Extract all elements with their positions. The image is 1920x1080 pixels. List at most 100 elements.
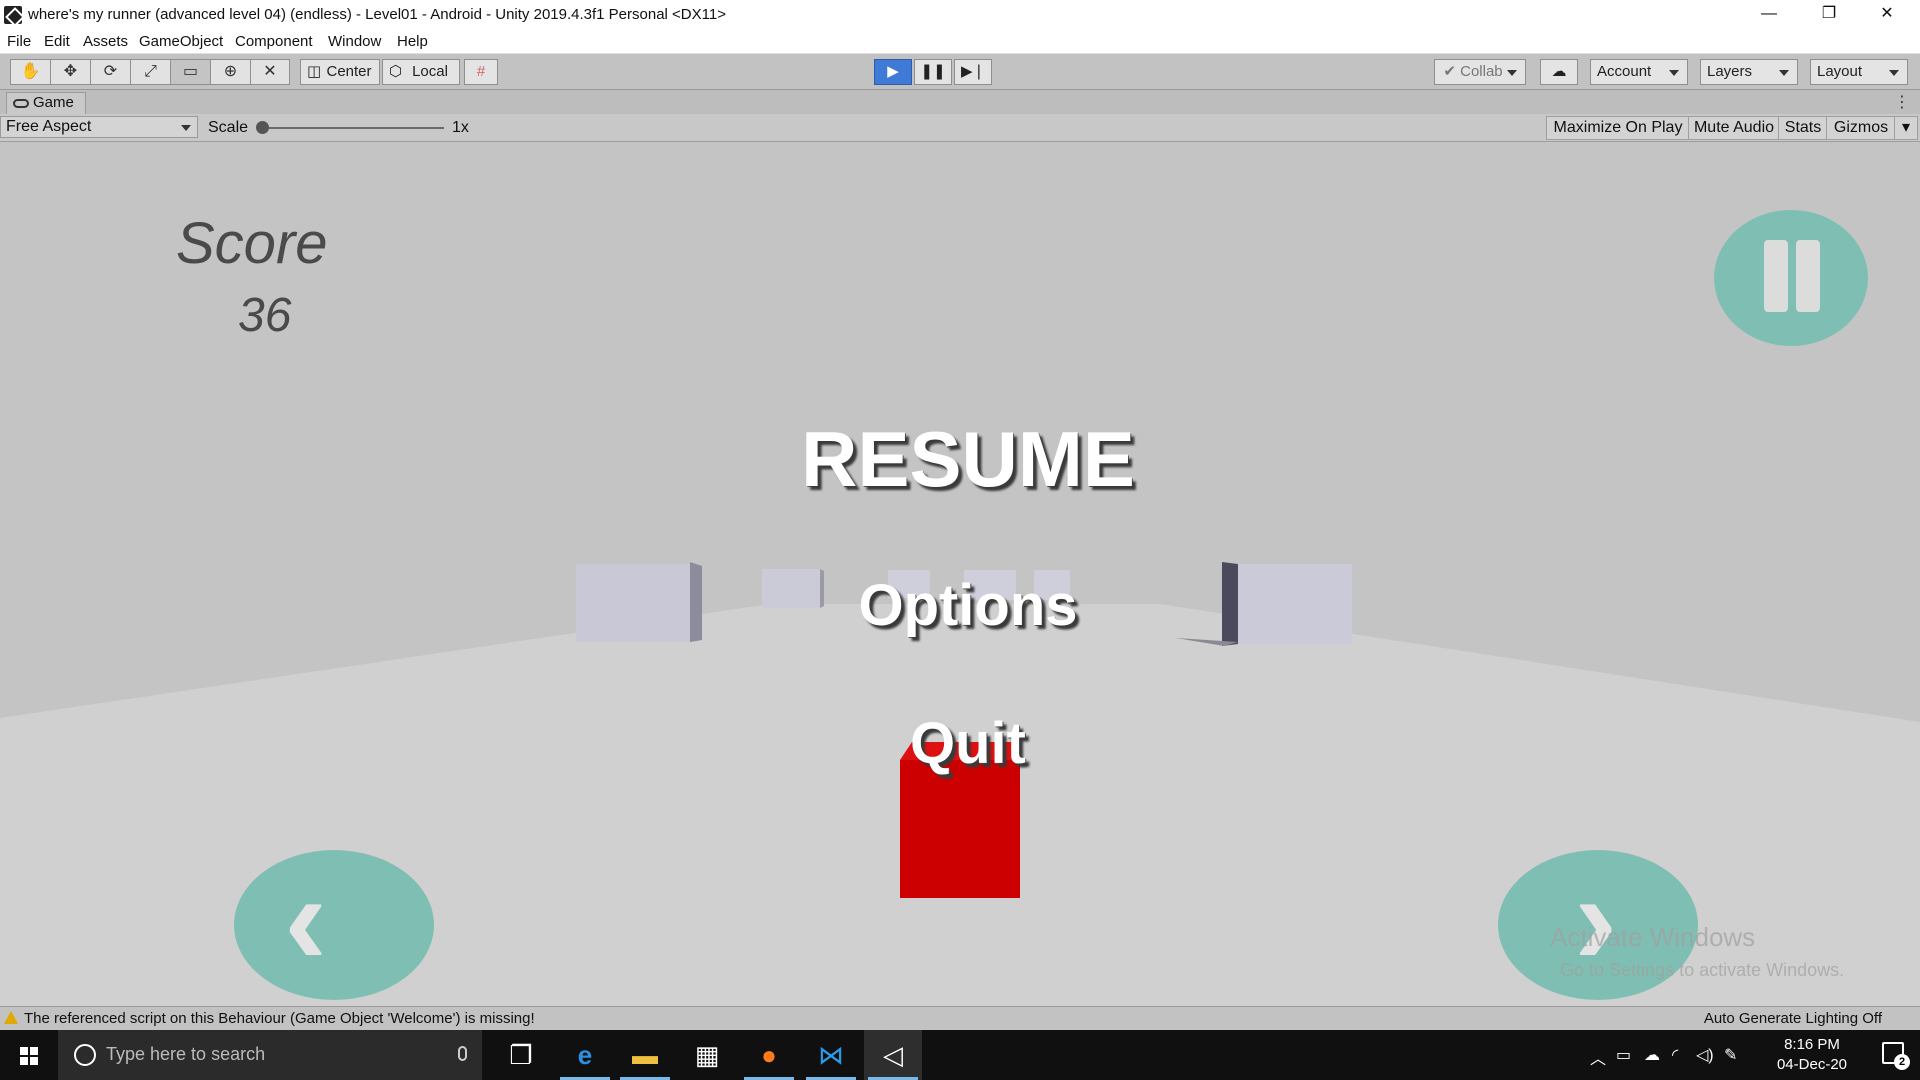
grid-snap-icon[interactable]: # (464, 59, 498, 85)
pivot-label: Center (326, 63, 372, 80)
gizmos-toggle[interactable]: Gizmos (1826, 116, 1896, 140)
status-bar: The referenced script on this Behaviour … (0, 1006, 1920, 1030)
clock-date: 04-Dec-20 (1776, 1056, 1848, 1073)
restore-button[interactable]: ❐ (1800, 0, 1858, 30)
layers-dropdown-icon (1779, 70, 1789, 76)
pause-icon-left-bar (1764, 240, 1788, 312)
step-button[interactable]: ▶❘ (954, 59, 992, 85)
collab-label: Collab (1460, 63, 1503, 80)
menu-bar: File Edit Assets GameObject Component Wi… (0, 30, 1920, 54)
firefox-icon[interactable]: ● (740, 1030, 798, 1080)
options-button[interactable]: Options (668, 572, 1268, 639)
search-placeholder: Type here to search (106, 1044, 266, 1064)
show-hidden-icons-icon[interactable]: ︿ (1590, 1045, 1606, 1069)
layout-dropdown-icon (1889, 70, 1899, 76)
lighting-status: Auto Generate Lighting Off (1703, 1010, 1882, 1027)
wifi-icon[interactable]: ◜ (1672, 1045, 1678, 1065)
windows-logo-icon (20, 1047, 38, 1065)
player-cube (900, 760, 1020, 898)
layers-label: Layers (1707, 63, 1753, 80)
system-tray: ︿ ▭ ☁ ◜ ◁) ✎ 8:16 PM 04-Dec-20 2 (1590, 1030, 1920, 1080)
stats-toggle[interactable]: Stats (1778, 116, 1828, 140)
game-view-toolbar: Free Aspect Scale 1x Maximize On Play Mu… (0, 114, 1920, 142)
custom-tool-icon[interactable]: ✕ (250, 59, 290, 85)
battery-icon[interactable]: ▭ (1616, 1045, 1631, 1065)
pen-icon[interactable]: ✎ (1724, 1045, 1737, 1065)
file-explorer-icon[interactable]: ▬ (616, 1030, 674, 1080)
layers-dropdown[interactable]: Layers (1700, 59, 1798, 85)
gamepad-icon (13, 99, 29, 108)
layout-dropdown[interactable]: Layout (1810, 59, 1908, 85)
taskbar-search-box[interactable]: Type here to search (58, 1030, 482, 1080)
collab-button[interactable]: ✔ Collab (1434, 59, 1526, 85)
menu-file[interactable]: File (7, 33, 31, 50)
game-viewport[interactable]: Score 36 RESUME Options Quit ‹ › Activat… (0, 142, 1920, 1006)
task-view-icon[interactable]: ❐ (492, 1030, 550, 1080)
store-icon[interactable]: ▦ (678, 1030, 736, 1080)
hand-icon[interactable]: ✋ (10, 59, 50, 85)
notification-center-icon[interactable]: 2 (1882, 1042, 1910, 1070)
gizmos-dropdown-icon[interactable]: ▾ (1894, 116, 1918, 140)
menu-help[interactable]: Help (397, 33, 428, 50)
pause-editor-button[interactable]: ❚❚ (914, 59, 952, 85)
mute-audio-toggle[interactable]: Mute Audio (1688, 116, 1780, 140)
move-left-button[interactable]: ‹ (234, 850, 434, 1000)
account-label: Account (1597, 63, 1652, 80)
unity-taskbar-icon[interactable]: ◁ (864, 1030, 922, 1080)
window-title: where's my runner (advanced level 04) (e… (28, 6, 726, 23)
close-button[interactable]: ✕ (1858, 0, 1916, 30)
tab-game[interactable]: Game (6, 92, 86, 114)
start-button[interactable] (0, 1030, 58, 1080)
resume-button[interactable]: RESUME (668, 414, 1268, 505)
pause-button[interactable] (1714, 210, 1868, 346)
unity-app-icon (4, 6, 22, 24)
cloud-icon[interactable]: ☁ (1540, 59, 1578, 85)
minimize-button[interactable]: — (1740, 0, 1798, 30)
account-dropdown[interactable]: Account (1590, 59, 1688, 85)
menu-window[interactable]: Window (328, 33, 381, 50)
menu-gameobject[interactable]: GameObject (139, 33, 223, 50)
window-title-bar: where's my runner (advanced level 04) (e… (0, 0, 1920, 30)
tab-menu-icon[interactable]: ⋮ (1894, 92, 1910, 112)
main-toolbar: ✋ ✥ ⟳ ⤢ ▭ ⊕ ✕ ◫ Center ⬡ Local # ▶ ❚❚ ▶❘… (0, 54, 1920, 90)
pivot-icon: ◫ (307, 63, 322, 80)
aspect-label: Free Aspect (6, 118, 92, 135)
menu-component[interactable]: Component (235, 33, 313, 50)
taskbar-clock[interactable]: 8:16 PM 04-Dec-20 (1772, 1035, 1852, 1075)
pivot-local-button[interactable]: ⬡ Local (382, 59, 460, 85)
tab-game-label: Game (33, 94, 74, 111)
rotate-icon[interactable]: ⟳ (90, 59, 130, 85)
onedrive-icon[interactable]: ☁ (1644, 1045, 1660, 1065)
chevron-left-icon: ‹ (284, 846, 328, 992)
volume-icon[interactable]: ◁) (1696, 1045, 1714, 1065)
clock-time: 8:16 PM (1784, 1036, 1840, 1053)
game-tab-bar: Game ⋮ (0, 90, 1920, 114)
scale-slider-handle[interactable] (256, 121, 269, 134)
edge-browser-icon[interactable]: e (556, 1030, 614, 1080)
layout-label: Layout (1817, 63, 1863, 80)
pivot-center-button[interactable]: ◫ Center (300, 59, 380, 85)
scale-value: 1x (452, 119, 469, 136)
vscode-icon[interactable]: ⋈ (802, 1030, 860, 1080)
maximize-on-play-toggle[interactable]: Maximize On Play (1546, 116, 1690, 140)
aspect-dropdown-icon (181, 125, 191, 131)
rect-icon[interactable]: ▭ (170, 59, 210, 85)
menu-assets[interactable]: Assets (83, 33, 128, 50)
activate-windows-title: Activate Windows (1550, 922, 1756, 952)
move-icon[interactable]: ✥ (50, 59, 90, 85)
scale-icon[interactable]: ⤢ (130, 59, 170, 85)
transform-icon[interactable]: ⊕ (210, 59, 250, 85)
scale-slider-track[interactable] (258, 127, 444, 129)
aspect-dropdown[interactable]: Free Aspect (0, 116, 198, 138)
pause-icon-right-bar (1796, 240, 1820, 312)
account-dropdown-icon (1669, 70, 1679, 76)
collab-check-icon: ✔ (1443, 63, 1456, 80)
windows-taskbar: Type here to search ❐ e ▬ ▦ ● ⋈ ◁ ︿ ▭ ☁ … (0, 1030, 1920, 1080)
console-message[interactable]: The referenced script on this Behaviour … (24, 1010, 535, 1027)
warning-icon (4, 1011, 18, 1024)
microphone-icon[interactable] (458, 1046, 467, 1061)
quit-button[interactable]: Quit (668, 710, 1268, 777)
menu-edit[interactable]: Edit (44, 33, 70, 50)
play-button[interactable]: ▶ (874, 59, 912, 85)
local-label: Local (412, 63, 448, 80)
